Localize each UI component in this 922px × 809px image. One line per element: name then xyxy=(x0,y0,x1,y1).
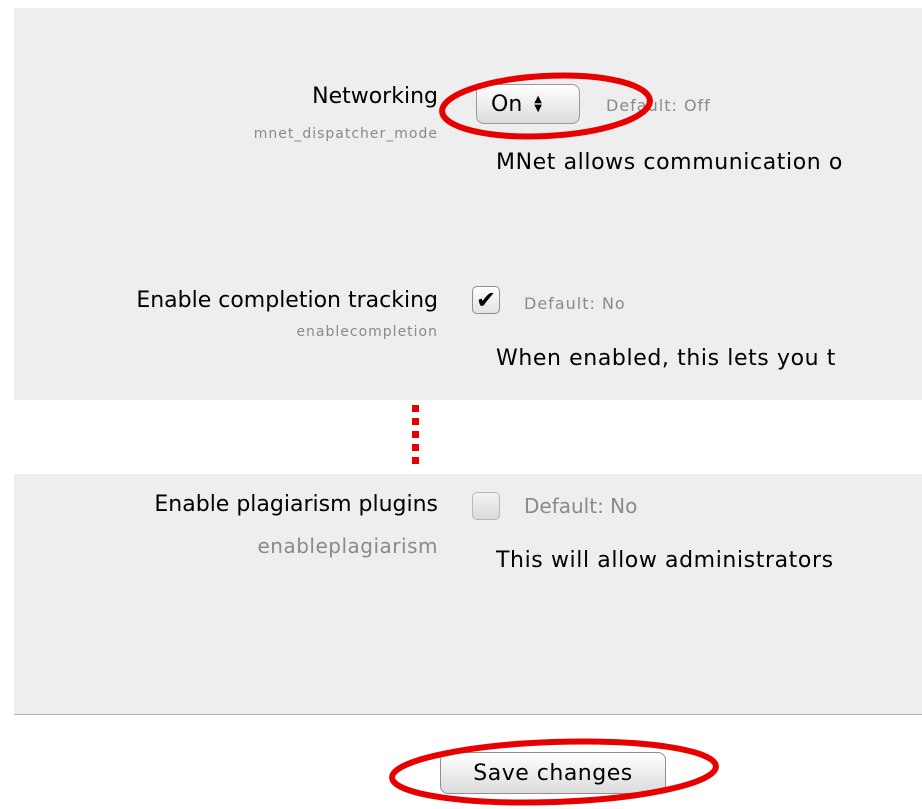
networking-select[interactable]: On ▲ ▼ xyxy=(476,84,580,124)
save-changes-button[interactable]: Save changes xyxy=(440,752,666,794)
plagiarism-plugins-checkbox[interactable] xyxy=(472,492,500,520)
settings-panel-top xyxy=(14,8,922,400)
networking-key: mnet_dispatcher_mode xyxy=(253,126,438,142)
plagiarism-plugins-description: This will allow administrators xyxy=(496,548,834,573)
completion-tracking-checkbox[interactable]: ✔ xyxy=(472,286,500,314)
completion-tracking-description: When enabled, this lets you t xyxy=(496,346,836,371)
completion-tracking-label: Enable completion tracking xyxy=(136,288,438,313)
admin-settings-page: Networking mnet_dispatcher_mode On ▲ ▼ De… xyxy=(0,0,922,809)
networking-description: MNet allows communication o xyxy=(496,150,843,175)
networking-label: Networking xyxy=(312,84,438,109)
plagiarism-plugins-key: enableplagiarism xyxy=(257,534,438,558)
omission-dots-annotation xyxy=(410,405,420,467)
checkmark-icon: ✔ xyxy=(475,286,497,314)
settings-panel-bottom xyxy=(14,474,922,715)
chevron-up-down-icon: ▲ ▼ xyxy=(534,94,542,114)
completion-tracking-key: enablecompletion xyxy=(296,324,438,340)
networking-default: Default: Off xyxy=(606,96,711,115)
plagiarism-plugins-default: Default: No xyxy=(524,494,638,518)
networking-select-value: On xyxy=(491,91,523,117)
plagiarism-plugins-label: Enable plagiarism plugins xyxy=(154,492,438,517)
completion-tracking-default: Default: No xyxy=(524,294,626,313)
